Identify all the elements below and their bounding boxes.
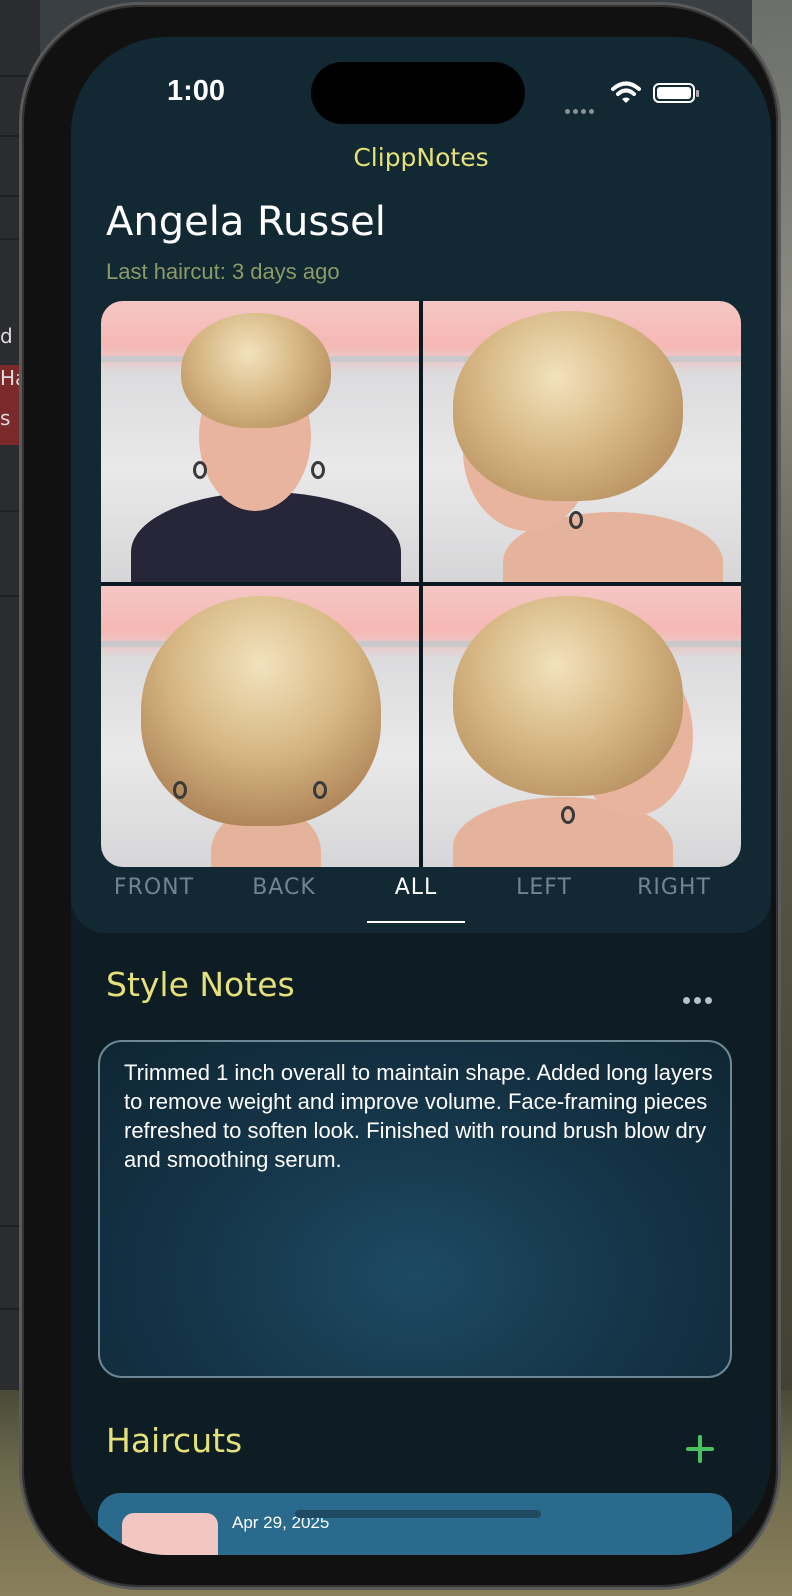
view-tabs: FRONT BACK ALL LEFT RIGHT: [71, 875, 771, 925]
style-notes-title: Style Notes: [106, 965, 295, 1004]
status-time: 1:00: [167, 75, 226, 107]
photo-grid: [101, 301, 741, 867]
home-indicator[interactable]: [295, 1510, 541, 1518]
style-notes-text[interactable]: Trimmed 1 inch overall to maintain shape…: [124, 1058, 714, 1174]
photo-left[interactable]: [423, 301, 741, 582]
background-text: d: [0, 324, 13, 348]
app-screen: 1:00 ClippNotes Angela Russel Last hairc…: [71, 37, 771, 1555]
tab-front[interactable]: FRONT: [89, 875, 219, 900]
more-icon[interactable]: [683, 989, 717, 1004]
haircut-list-item[interactable]: Apr 29, 2025: [98, 1493, 732, 1555]
dynamic-island: [311, 62, 525, 124]
tab-right[interactable]: RIGHT: [609, 875, 739, 900]
battery-icon: [653, 83, 699, 103]
last-haircut-label: Last haircut: 3 days ago: [106, 259, 340, 284]
background-text: s: [0, 406, 11, 430]
add-icon[interactable]: [685, 1434, 715, 1464]
style-notes-field[interactable]: Trimmed 1 inch overall to maintain shape…: [98, 1040, 732, 1378]
photo-front[interactable]: [101, 301, 419, 582]
haircut-thumbnail: [122, 1513, 218, 1555]
wifi-icon: [611, 81, 641, 109]
tab-back[interactable]: BACK: [219, 875, 349, 900]
app-title: ClippNotes: [353, 143, 489, 172]
photo-back[interactable]: [101, 586, 419, 867]
signal-icon: [565, 99, 599, 114]
tab-all[interactable]: ALL: [351, 875, 481, 900]
phone-frame: 1:00 ClippNotes Angela Russel Last hairc…: [22, 5, 778, 1587]
tab-selected-indicator: [367, 921, 465, 923]
photo-right[interactable]: [423, 586, 741, 867]
client-name: Angela Russel: [106, 199, 386, 245]
tab-left[interactable]: LEFT: [479, 875, 609, 900]
haircuts-title: Haircuts: [106, 1421, 243, 1460]
